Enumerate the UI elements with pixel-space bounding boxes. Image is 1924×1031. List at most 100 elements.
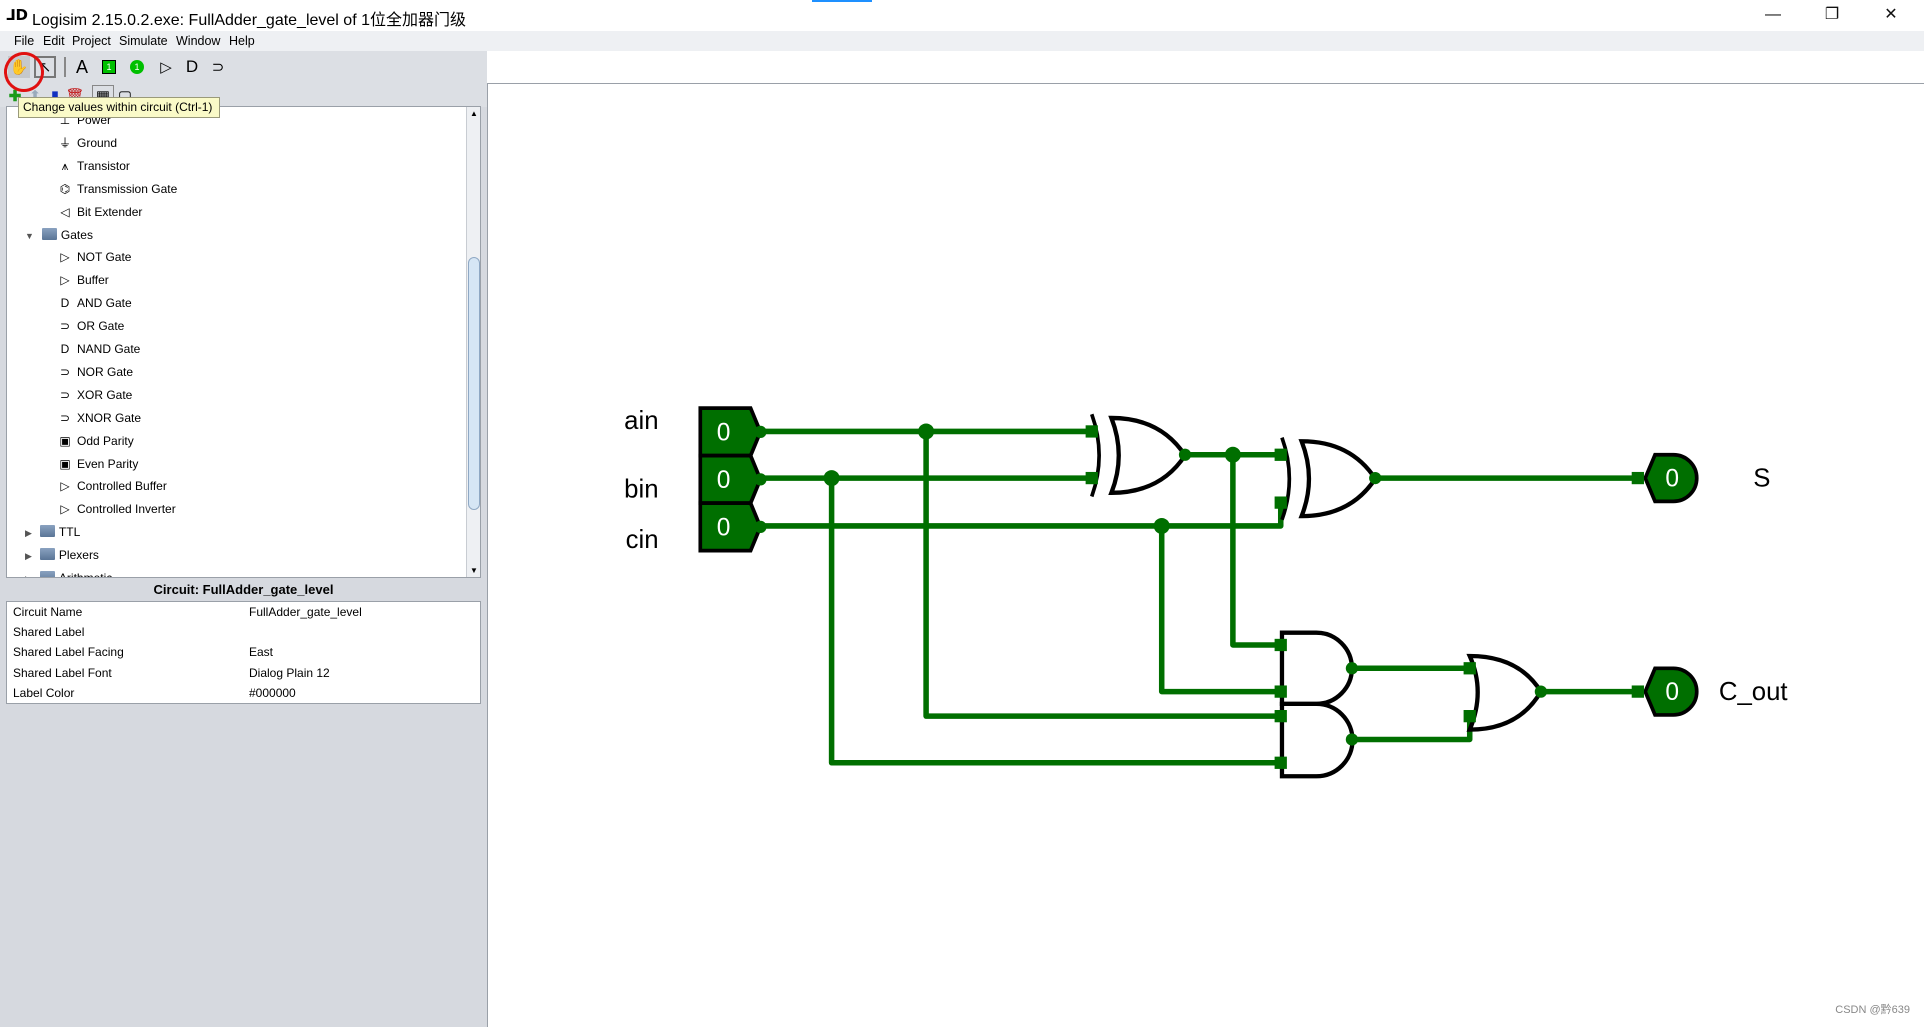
tree-scrollbar[interactable]: ▲ ▼ (466, 107, 480, 577)
wire-junction (754, 473, 767, 486)
wire[interactable] (760, 502, 1284, 529)
property-value[interactable]: East (249, 642, 273, 662)
menu-project[interactable]: Project (72, 34, 111, 48)
input-pin-value[interactable]: 0 (717, 514, 731, 541)
wire-junction (1345, 733, 1359, 746)
component-icon: ◁ (60, 204, 70, 219)
wire-junction (918, 423, 935, 440)
gate-input-port (1274, 448, 1287, 461)
wire[interactable] (923, 431, 1281, 719)
gate-input-port (1274, 638, 1287, 652)
property-name: Shared Label Font (13, 665, 112, 680)
property-name: Shared Label Facing (13, 645, 124, 660)
xor-gate-1[interactable] (1108, 415, 1188, 495)
output-pin-label: S (1753, 465, 1770, 493)
property-value[interactable]: FullAdder_gate_level (249, 602, 362, 622)
close-button[interactable]: ✕ (1871, 4, 1911, 26)
output-pin-value: 0 (1665, 466, 1679, 493)
restore-button[interactable]: ❐ (1812, 4, 1852, 26)
component-icon: ▷ (60, 479, 70, 494)
wire[interactable] (1158, 525, 1281, 695)
tree-item[interactable]: ▷ Controlled Inverter (57, 498, 176, 520)
collapsed-triangle-icon[interactable]: ▶ (25, 551, 32, 561)
tree-item[interactable]: ▷ Buffer (57, 269, 108, 291)
scroll-down-icon[interactable]: ▼ (470, 566, 478, 575)
tree-item[interactable]: ◁ Bit Extender (57, 201, 142, 223)
and-gate-1[interactable] (1279, 630, 1354, 707)
not-gate-icon[interactable]: ▷ (155, 56, 177, 78)
folder-icon (39, 548, 55, 561)
component-icon: ⏚ (58, 135, 71, 150)
tree-folder-label: Plexers (58, 548, 99, 563)
circuit-canvas[interactable]: 0 ain 0 bin 0 cin 0 S 0 C_out CSDN @黔639 (487, 83, 1924, 1027)
wire-junction (754, 520, 767, 533)
input-pin-icon[interactable]: 1 (98, 56, 120, 78)
property-name: Label Color (13, 685, 75, 700)
tree-item[interactable]: ⏚ Ground (57, 132, 117, 154)
component-icon: ⊃ (59, 410, 71, 425)
tree-item[interactable]: ⩚ Transistor (57, 155, 130, 177)
menu-help[interactable]: Help (229, 34, 255, 48)
tree-folder[interactable]: ▶ TTL (25, 521, 80, 543)
or-gate[interactable] (1466, 653, 1544, 732)
folder-icon (41, 227, 57, 240)
expanded-triangle-icon[interactable]: ▼ (25, 231, 34, 241)
scrollbar-thumb[interactable] (468, 257, 480, 510)
gate-input-port (1631, 471, 1644, 485)
menu-simulate[interactable]: Simulate (119, 34, 168, 48)
output-pin-icon[interactable]: 1 (126, 56, 148, 78)
menu-edit[interactable]: Edit (43, 34, 65, 48)
text-icon[interactable]: A (71, 56, 93, 78)
tree-item-label: Even Parity (77, 456, 139, 471)
or-gate-icon[interactable]: ⊃ (207, 56, 229, 78)
watermark: CSDN @黔639 (1835, 1004, 1910, 1016)
tree-folder[interactable]: ▶ Plexers (25, 544, 99, 566)
gate-input-port (1274, 710, 1287, 723)
tree-folder[interactable]: ▼ Gates (25, 224, 93, 246)
tree-item[interactable]: ⊃ XOR Gate (57, 384, 132, 406)
component-icon: ⩚ (61, 158, 69, 173)
tree-item[interactable]: D AND Gate (57, 292, 132, 314)
gate-input-port (1274, 496, 1287, 509)
tree-folder[interactable]: ▶ Arithmetic (25, 567, 113, 578)
component-icon: ⊃ (59, 387, 71, 402)
wire[interactable] (1230, 454, 1281, 648)
tree-folder-label: Arithmetic (58, 571, 113, 578)
tree-item[interactable]: ⊃ XNOR Gate (57, 407, 141, 429)
component-icon: ▷ (60, 273, 70, 288)
window-title: Logisim 2.15.0.2.exe: FullAdder_gate_lev… (32, 12, 466, 29)
property-value[interactable]: #000000 (249, 683, 296, 703)
tree-item[interactable]: ▷ Controlled Buffer (57, 475, 166, 497)
scroll-up-icon[interactable]: ▲ (470, 109, 478, 118)
and-gate-icon[interactable]: D (181, 56, 203, 78)
xor-gate-2[interactable] (1298, 439, 1378, 519)
menu-file[interactable]: File (14, 34, 34, 48)
tree-item-label: Ground (77, 135, 118, 150)
tree-item[interactable]: ▣ Even Parity (57, 453, 138, 475)
tree-item[interactable]: ⌬ Transmission Gate (57, 178, 178, 200)
tree-item[interactable]: ▷ NOT Gate (57, 246, 131, 268)
tree-item[interactable]: ⊃ OR Gate (57, 315, 124, 337)
collapsed-triangle-icon[interactable]: ▶ (25, 574, 32, 577)
minimize-button[interactable]: — (1753, 4, 1793, 26)
tree-item[interactable]: ⊃ NOR Gate (57, 361, 133, 383)
wire-junction (1369, 471, 1382, 485)
circuit-diagram[interactable]: 0 ain 0 bin 0 cin 0 S 0 C_out (488, 84, 1924, 1028)
wire[interactable] (828, 478, 1281, 766)
input-pin-value[interactable]: 0 (717, 467, 731, 494)
wire-junction (1178, 448, 1192, 461)
input-pin-value[interactable]: 0 (717, 419, 731, 446)
property-value[interactable]: Dialog Plain 12 (249, 663, 330, 683)
tree-item[interactable]: ▣ Odd Parity (57, 430, 133, 452)
gate-input-port (1274, 756, 1287, 769)
tooltip: Change values within circuit (Ctrl-1) (18, 97, 220, 118)
properties-table: Circuit Name FullAdder_gate_level Shared L… (6, 601, 481, 704)
and-gate-2[interactable] (1279, 701, 1355, 779)
tree-item[interactable]: D NAND Gate (57, 338, 141, 360)
wire[interactable] (1351, 716, 1473, 743)
tree-item-label: Controlled Inverter (77, 502, 176, 517)
tree-item-label: NOT Gate (77, 250, 132, 265)
collapsed-triangle-icon[interactable]: ▶ (25, 528, 32, 538)
gate-input-port (1085, 425, 1098, 438)
menu-window[interactable]: Window (176, 34, 220, 48)
